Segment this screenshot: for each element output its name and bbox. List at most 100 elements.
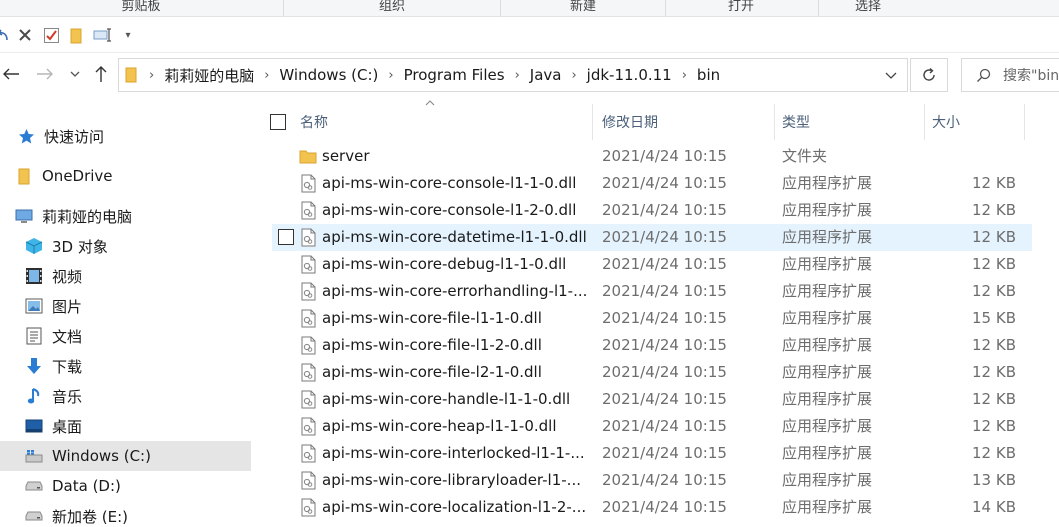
file-modified-date: 2021/4/24 10:15 <box>602 282 727 300</box>
file-name: server <box>322 147 370 165</box>
delete-icon[interactable] <box>15 25 35 45</box>
table-row[interactable]: api-ms-win-core-handle-l1-1-0.dll 2021/4/… <box>272 386 1032 413</box>
table-row[interactable]: api-ms-win-core-datetime-l1-1-0.dll 2021/… <box>272 224 1032 251</box>
sidebar-item-videos[interactable]: 视频 <box>0 261 251 291</box>
file-modified-date: 2021/4/24 10:15 <box>602 255 727 273</box>
file-modified-date: 2021/4/24 10:15 <box>602 174 727 192</box>
breadcrumb-this-pc[interactable]: 莉莉娅的电脑 <box>164 65 254 86</box>
breadcrumb-chevron-icon[interactable]: › <box>149 68 154 83</box>
file-size: 12 KB <box>972 282 1016 300</box>
properties-icon[interactable] <box>40 25 62 45</box>
dll-file-icon <box>299 309 317 328</box>
refresh-icon <box>921 67 937 83</box>
breadcrumb-bin[interactable]: bin <box>697 66 720 84</box>
file-size: 13 KB <box>972 471 1016 489</box>
file-type: 应用程序扩展 <box>782 498 873 516</box>
recent-locations-chevron-icon[interactable] <box>64 63 86 85</box>
table-row[interactable]: api-ms-win-core-console-l1-2-0.dll 2021/4… <box>272 197 1032 224</box>
customize-dropdown-icon[interactable]: ▾ <box>121 25 135 45</box>
table-row[interactable]: api-ms-win-core-localization-l1-2-... 202… <box>272 494 1032 521</box>
address-dropdown-chevron-icon[interactable] <box>885 72 897 79</box>
sidebar-item-pictures[interactable]: 图片 <box>0 291 251 321</box>
select-all-checkbox[interactable] <box>270 104 286 140</box>
table-row[interactable]: api-ms-win-core-debug-l1-1-0.dll 2021/4/2… <box>272 251 1032 278</box>
table-row[interactable]: api-ms-win-core-heap-l1-1-0.dll 2021/4/24… <box>272 413 1032 440</box>
documents-icon <box>24 327 44 345</box>
column-header-type[interactable]: 类型 <box>782 104 922 140</box>
column-header-name[interactable]: 名称 <box>300 104 590 140</box>
breadcrumb-java[interactable]: Java <box>530 66 562 84</box>
table-row[interactable]: api-ms-win-core-libraryloader-l1-... 2021… <box>272 467 1032 494</box>
sidebar-item-label: 视频 <box>52 267 83 286</box>
file-modified-date: 2021/4/24 10:15 <box>602 228 727 246</box>
breadcrumb-chevron-icon[interactable]: › <box>515 68 520 83</box>
breadcrumb-jdk[interactable]: jdk-11.0.11 <box>587 66 672 84</box>
file-modified-date: 2021/4/24 10:15 <box>602 363 727 381</box>
sidebar-item-c-drive[interactable]: Windows (C:) <box>0 441 251 471</box>
sidebar-item-downloads[interactable]: 下载 <box>0 351 251 381</box>
file-size: 14 KB <box>972 498 1016 516</box>
dll-file-icon <box>299 363 317 382</box>
sidebar-item-label: OneDrive <box>42 167 113 185</box>
back-arrow-icon[interactable] <box>0 63 22 85</box>
file-type: 应用程序扩展 <box>782 228 873 246</box>
refresh-button[interactable] <box>910 58 948 92</box>
file-modified-date: 2021/4/24 10:15 <box>602 390 727 408</box>
sidebar-item-label: 音乐 <box>52 387 83 406</box>
sidebar-item-onedrive[interactable]: OneDrive <box>0 161 251 191</box>
ribbon-group-open: 打开 <box>727 0 754 14</box>
search-box[interactable]: 搜索"bin" <box>961 58 1059 92</box>
breadcrumb-chevron-icon[interactable]: › <box>682 68 687 83</box>
ribbon-group-new: 新建 <box>569 0 596 14</box>
breadcrumb-chevron-icon[interactable]: › <box>388 68 393 83</box>
video-icon <box>24 267 44 285</box>
row-select-checkbox[interactable] <box>278 229 294 245</box>
column-divider[interactable] <box>1024 104 1025 140</box>
column-divider[interactable] <box>592 104 593 140</box>
sidebar-item-this-pc[interactable]: 莉莉娅的电脑 <box>0 201 251 231</box>
sidebar-item-desktop[interactable]: 桌面 <box>0 411 251 441</box>
undo-icon[interactable] <box>0 25 10 45</box>
column-header-size[interactable]: 大小 <box>932 104 1022 140</box>
folder-icon <box>125 67 139 83</box>
new-folder-icon[interactable] <box>66 25 86 45</box>
column-header-date[interactable]: 修改日期 <box>602 104 772 140</box>
table-row[interactable]: api-ms-win-core-errorhandling-l1-... 2021… <box>272 278 1032 305</box>
search-icon <box>976 68 991 83</box>
table-row[interactable]: api-ms-win-core-console-l1-1-0.dll 2021/4… <box>272 170 1032 197</box>
sidebar-item-music[interactable]: 音乐 <box>0 381 251 411</box>
file-name: api-ms-win-core-debug-l1-1-0.dll <box>322 255 567 273</box>
breadcrumb-chevron-icon[interactable]: › <box>264 68 269 83</box>
column-divider[interactable] <box>924 104 925 140</box>
breadcrumb-chevron-icon[interactable]: › <box>571 68 576 83</box>
up-arrow-icon[interactable] <box>90 63 112 85</box>
sidebar-item-label: Data (D:) <box>52 477 121 495</box>
sidebar-item-label: Windows (C:) <box>52 447 151 465</box>
windows-drive-icon <box>24 447 44 465</box>
sidebar-item-quick-access[interactable]: 快速访问 <box>0 121 251 151</box>
sidebar-item-d-drive[interactable]: Data (D:) <box>0 471 251 501</box>
file-modified-date: 2021/4/24 10:15 <box>602 417 727 435</box>
file-type: 应用程序扩展 <box>782 336 873 354</box>
table-row[interactable]: api-ms-win-core-file-l1-1-0.dll 2021/4/24… <box>272 305 1032 332</box>
dll-file-icon <box>299 471 317 490</box>
table-row[interactable]: api-ms-win-core-interlocked-l1-1-... 2021… <box>272 440 1032 467</box>
onedrive-folder-icon <box>14 167 34 185</box>
file-type: 应用程序扩展 <box>782 282 873 300</box>
rename-icon[interactable] <box>92 25 114 45</box>
forward-arrow-icon[interactable] <box>34 63 56 85</box>
breadcrumb-c-drive[interactable]: Windows (C:) <box>279 66 378 84</box>
table-row[interactable]: server 2021/4/24 10:15 文件夹 <box>272 143 1032 170</box>
file-type: 应用程序扩展 <box>782 417 873 435</box>
column-divider[interactable] <box>774 104 775 140</box>
sidebar-item-e-drive[interactable]: 新加卷 (E:) <box>0 501 251 527</box>
file-size: 12 KB <box>972 228 1016 246</box>
music-icon <box>24 387 44 405</box>
sidebar-item-documents[interactable]: 文档 <box>0 321 251 351</box>
download-icon <box>24 357 44 375</box>
address-bar[interactable]: › 莉莉娅的电脑 › Windows (C:) › Program Files … <box>118 58 908 92</box>
sidebar-item-3d-objects[interactable]: 3D 对象 <box>0 231 251 261</box>
table-row[interactable]: api-ms-win-core-file-l2-1-0.dll 2021/4/24… <box>272 359 1032 386</box>
table-row[interactable]: api-ms-win-core-file-l1-2-0.dll 2021/4/24… <box>272 332 1032 359</box>
breadcrumb-program-files[interactable]: Program Files <box>404 66 505 84</box>
